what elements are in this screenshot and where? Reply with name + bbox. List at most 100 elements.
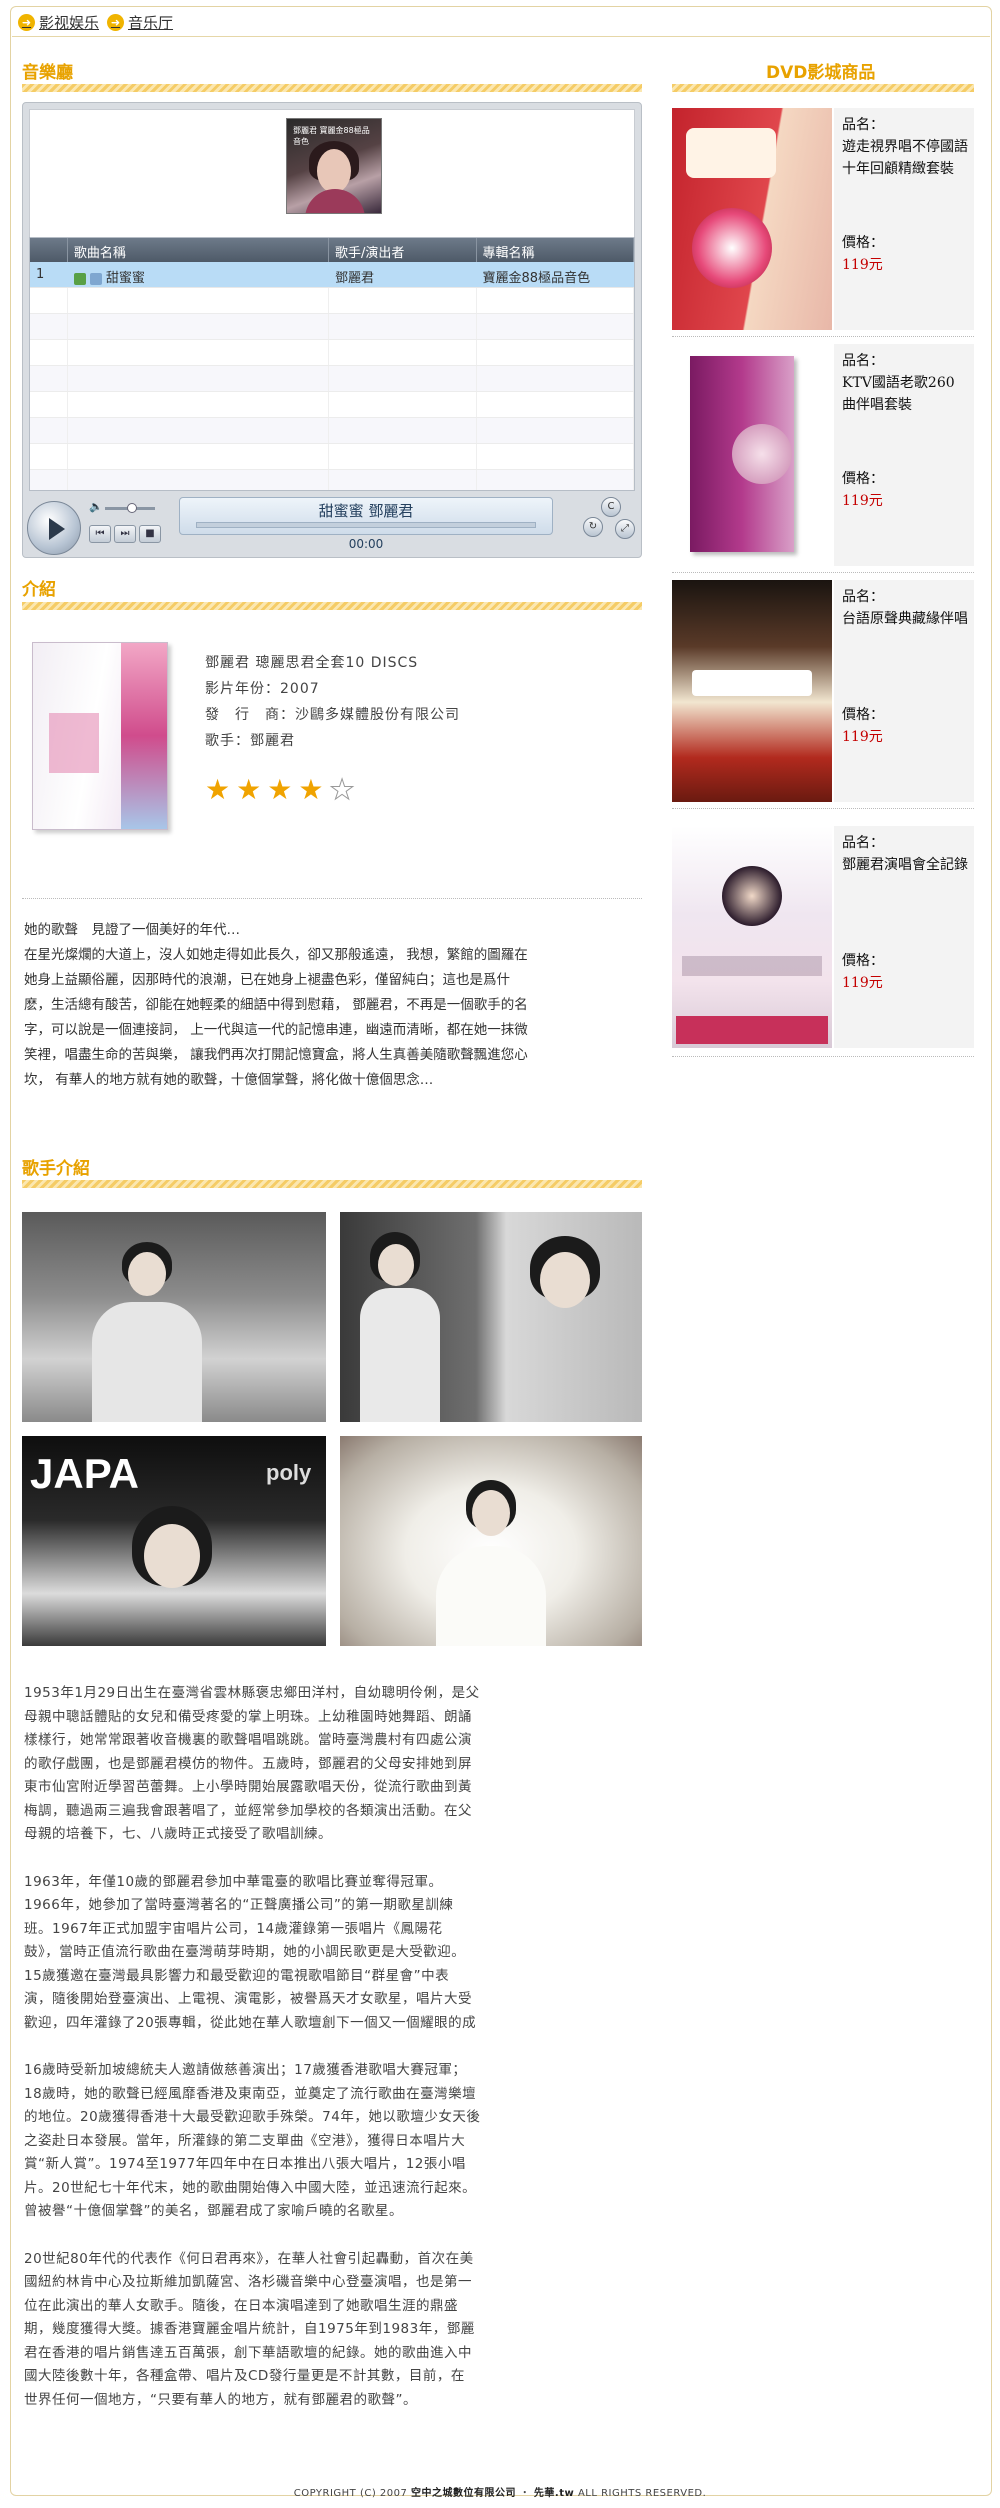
product-price: 119元 [842,975,883,991]
footer: COPYRIGHT (C) 2007 空中之城數位有限公司 ・ 先華.tw AL… [0,2484,1000,2499]
product-singer: 歌手：鄧麗君 [205,733,295,749]
breadcrumb-label: 音乐厅 [128,13,174,32]
dvd-product-card[interactable]: 品名： 遊走視界唱不停國語十年回顧精緻套裝 價格： 119元 [672,108,974,330]
breadcrumb-link-music-hall[interactable]: ➜ 音乐厅 [107,12,173,33]
product-price-label: 價格： [842,953,884,969]
row-title: 甜蜜蜜 [105,271,145,286]
product-name[interactable]: 台語原聲典藏緣伴唱 [842,608,968,630]
divider [672,572,974,573]
bio-line: 世界任何一個地方，“只要有華人的地方，就有鄧麗君的歌聲”。 [24,2391,417,2408]
section-title-music-hall: 音樂廳 [22,63,73,83]
intro-line: 麽，生活總有酸苦，卻能在她輕柔的細語中得到慰藉， 鄧麗君，不再是一個歌手的名 [24,997,528,1013]
dvd-product-info: 品名： KTV國語老歌260曲伴唱套裝 價格： 119元 [834,344,974,566]
product-name[interactable]: KTV國語老歌260曲伴唱套裝 [842,372,968,416]
bio-line: 18歲時，她的歌聲已經風靡香港及東南亞，並奠定了流行歌曲在臺灣樂壇 [24,2085,477,2102]
bio-line: 期，幾度獲得大獎。據香港寶麗金唱片統計，自1975年到1983年，鄧麗 [24,2321,475,2337]
breadcrumb-link-entertainment[interactable]: ➜ 影视娱乐 [18,12,99,33]
bio-line: 國大陸後數十年，各種盒帶、唱片及CD發行量更是不計其數，目前，在 [24,2368,465,2384]
section-bar [22,84,642,92]
arrow-circle-icon: ➜ [107,13,125,31]
progress-bar[interactable] [196,522,536,528]
bio-paragraph: 20世紀80年代的代表作《何日君再來》，在華人社會引起轟動，首次在美 國紐約林肯… [24,2248,640,2413]
dvd-product-image[interactable] [672,826,832,1048]
product-price-label: 價格： [842,471,884,487]
speaker-icon: 🔈 [89,500,103,513]
bio-line: 母親中聰話體貼的女兒和備受疼愛的掌上明珠。上幼稚園時她舞蹈、朗誦 [24,1708,472,1725]
footer-rights: ALL RIGHTS RESERVED. [577,2488,707,2499]
fullscreen-button[interactable]: ⤢ [615,519,635,539]
intro-line: 她的歌聲 見證了一個美好的年代… [24,922,240,938]
bio-line: 班。1967年正式加盟宇宙唱片公司，14歲灌錄第一張唱片《鳳陽花 [24,1920,443,1937]
dvd-product-card[interactable]: 品名： KTV國語老歌260曲伴唱套裝 價格： 119元 [672,344,974,566]
section-bar [22,1180,642,1188]
intro-line: 坎， 有華人的地方就有她的歌聲，十億個掌聲，將化做十億個思念… [24,1072,434,1088]
bio-line: 東市仙宮附近學習芭蕾舞。上小學時開始展露歌唱天份，從流行歌曲到黃 [24,1779,472,1795]
dvd-product-info: 品名： 遊走視界唱不停國語十年回顧精緻套裝 價格： 119元 [834,108,974,330]
bio-line: 16歲時受新加坡總統夫人邀請做慈善演出；17歲獲香港歌唱大賽冠軍； [24,2062,467,2078]
product-info: 鄧麗君 璁麗思君全套10 DISCS 影片年份：2007 發 行 商：沙鷗多媒體… [205,650,460,754]
bio-line: 鼓》，當時正值流行歌曲在臺灣萌芽時期，她的小調民歌更是大受歡迎。 [24,1944,466,1960]
product-title: 鄧麗君 璁麗思君全套10 DISCS [205,655,419,671]
bio-paragraph: 16歲時受新加坡總統夫人邀請做慈善演出；17歲獲香港歌唱大賽冠軍； 18歲時，她… [24,2059,640,2224]
footer-copyright: COPYRIGHT (C) 2007 [293,2488,408,2499]
dvd-product-image[interactable] [672,580,832,802]
row-album: 寶麗金88極品音色 [482,271,591,286]
breadcrumb-label: 影视娱乐 [39,13,100,32]
empty-row [30,366,634,392]
volume-slider-knob[interactable] [127,503,137,513]
divider [672,808,974,809]
footer-brand[interactable]: 先華.tw [534,2488,574,2499]
product-price: 119元 [842,729,883,745]
previous-button[interactable]: ⏮ [89,525,111,543]
shuffle-button[interactable]: C [601,497,621,517]
dvd-product-image[interactable] [672,344,832,566]
bio-line: 之姿赴日本發展。當年，所灌錄的第二支單曲《空港》，獲得日本唱片大 [24,2132,466,2149]
empty-row [30,314,634,340]
column-header-title[interactable]: 歌曲名稱 [68,238,329,262]
product-name[interactable]: 鄧麗君演唱會全記錄 [842,854,968,876]
play-status-icon [73,272,86,285]
column-header-album[interactable]: 專輯名稱 [477,238,634,262]
now-playing-display: 甜蜜蜜 鄧麗君 [179,497,553,535]
empty-row [30,418,634,444]
breadcrumb: ➜ 影视娱乐 ➜ 音乐厅 [18,10,173,34]
volume-control[interactable]: 🔈 [89,500,159,513]
next-button[interactable]: ⏭ [114,525,136,543]
time-display: 00:00 [348,537,384,551]
footer-company[interactable]: 空中之城數位有限公司 [411,2488,516,2499]
dvd-product-card[interactable]: 品名： 鄧麗君演唱會全記錄 價格： 119元 [672,826,974,1048]
footer-separator: ・ [519,2488,531,2499]
bio-paragraph: 1953年1月29日出生在臺灣省雲林縣褒忠鄉田洋村，自幼聰明伶俐，是父 母親中聰… [24,1682,640,1847]
singer-photo-stage [340,1212,642,1422]
playlist-table: 歌曲名稱 歌手/演出者 專輯名稱 1 甜蜜蜜 鄧麗君 寶麗金88極品音色 [29,237,635,491]
row-index: 1 [36,267,45,282]
arrow-circle-icon: ➜ [18,13,35,31]
product-price-label: 價格： [842,235,884,251]
dvd-product-image[interactable] [672,108,832,330]
intro-line: 在星光燦爛的大道上，沒人如她走得如此長久，卻又那般遙遠， 我想，繁館的圖羅在 [24,947,528,963]
bio-line: 君在香港的唱片銷售達五百萬張，創下華語歌壇的紀錄。她的歌曲進入中 [24,2344,472,2361]
column-header-artist[interactable]: 歌手/演出者 [329,238,477,262]
transport-buttons: ⏮ ⏭ ■ [89,525,161,543]
product-price: 119元 [842,257,883,273]
product-year: 影片年份：2007 [205,681,320,697]
stop-button[interactable]: ■ [139,525,161,543]
playlist-row[interactable]: 1 甜蜜蜜 鄧麗君 寶麗金88極品音色 [30,262,634,288]
bio-line: 的歌仔戲團，也是鄧麗君模仿的物件。五歲時，鄧麗君的父母安排她到屏 [24,1755,472,1772]
bio-line: 曾被譽“十億個掌聲”的美名，鄧麗君成了家喻戶曉的名歌星。 [24,2203,403,2219]
product-price-label: 價格： [842,707,884,723]
repeat-button[interactable]: ↻ [583,517,603,537]
section-bar [22,602,642,610]
bio-line: 15歲獲邀在臺灣最具影響力和最受歡迎的電視歌唱節目“群星會”中表 [24,1967,450,1984]
star-filled-icon: ★ [236,773,262,806]
bio-line: 演，隨後開始登臺演出、上電視、演電影，被譽爲天才女歌星，唱片大受 [24,1991,472,2007]
album-cover: 鄧麗君 寶麗金88極品音色 [286,118,382,214]
album-art-area: 鄧麗君 寶麗金88極品音色 [29,109,635,239]
dvd-product-card[interactable]: 品名： 台語原聲典藏緣伴唱 價格： 119元 [672,580,974,802]
play-button[interactable] [27,501,81,555]
product-name[interactable]: 遊走視界唱不停國語十年回顧精緻套裝 [842,136,968,180]
bio-line: 位在此演出的華人女歌手。隨後，在日本演唱達到了她歌唱生涯的鼎盛 [24,2297,458,2314]
column-header-index[interactable] [30,238,68,262]
star-filled-icon: ★ [267,773,293,806]
intro-line: 她身上益顯俗麗，因那時代的浪潮，已在她身上褪盡色彩，僅留純白；這也是爲什 [24,972,510,988]
